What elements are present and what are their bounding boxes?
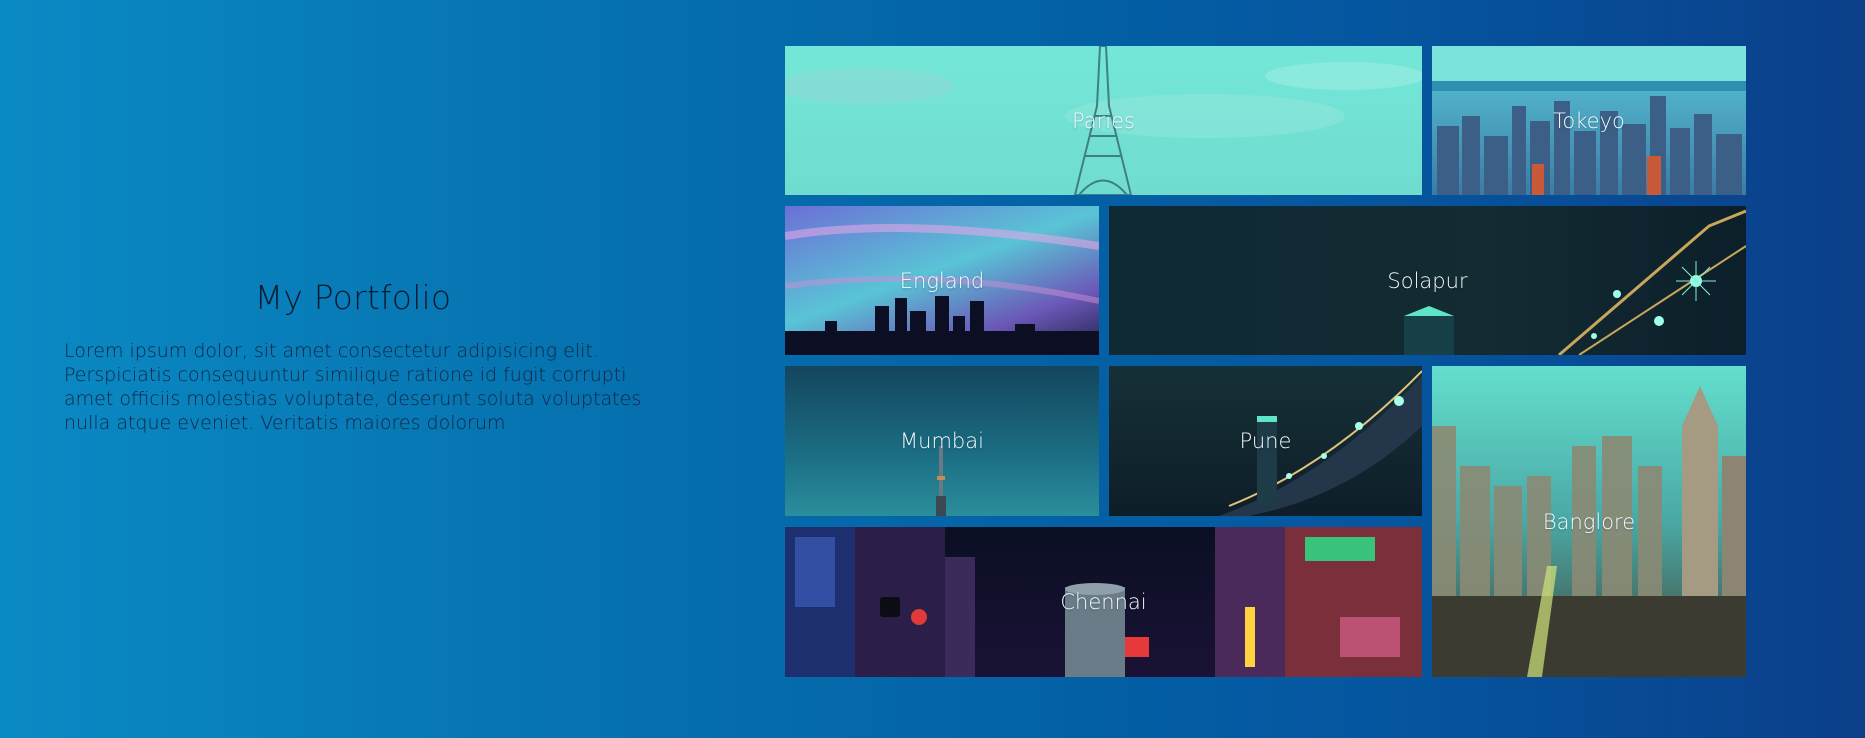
page-title: My Portfolio	[254, 278, 452, 317]
gallery-tile-mumbai[interactable]: Mumbai	[785, 366, 1099, 516]
gallery-tile-tokeyo[interactable]: Tokeyo	[1432, 46, 1746, 195]
gallery-tile-chennai[interactable]: Chennai	[785, 527, 1422, 677]
intro-text: Lorem ipsum dolor, sit amet consectetur …	[64, 340, 642, 434]
tile-label: Banglore	[1542, 509, 1636, 534]
tile-label: Chennai	[1060, 590, 1147, 614]
gallery-tile-solapur[interactable]: Solapur	[1109, 206, 1746, 355]
portfolio-gallery: Paries Tokeyo England Solapur Mumbai Pun…	[785, 46, 1746, 677]
tile-label: Mumbai	[900, 429, 984, 453]
intro-section: My Portfolio Lorem ipsum dolor, sit amet…	[64, 278, 642, 435]
tile-label: Solapur	[1387, 268, 1468, 293]
gallery-tile-england[interactable]: England	[785, 206, 1099, 355]
gallery-tile-banglore[interactable]: Banglore	[1432, 366, 1746, 677]
gallery-tile-paries[interactable]: Paries	[785, 46, 1422, 195]
tile-label: Paries	[1072, 108, 1135, 133]
tile-label: Pune	[1239, 429, 1292, 453]
gallery-tile-pune[interactable]: Pune	[1109, 366, 1422, 516]
tile-label: Tokeyo	[1553, 108, 1625, 133]
tile-label: England	[899, 268, 985, 293]
